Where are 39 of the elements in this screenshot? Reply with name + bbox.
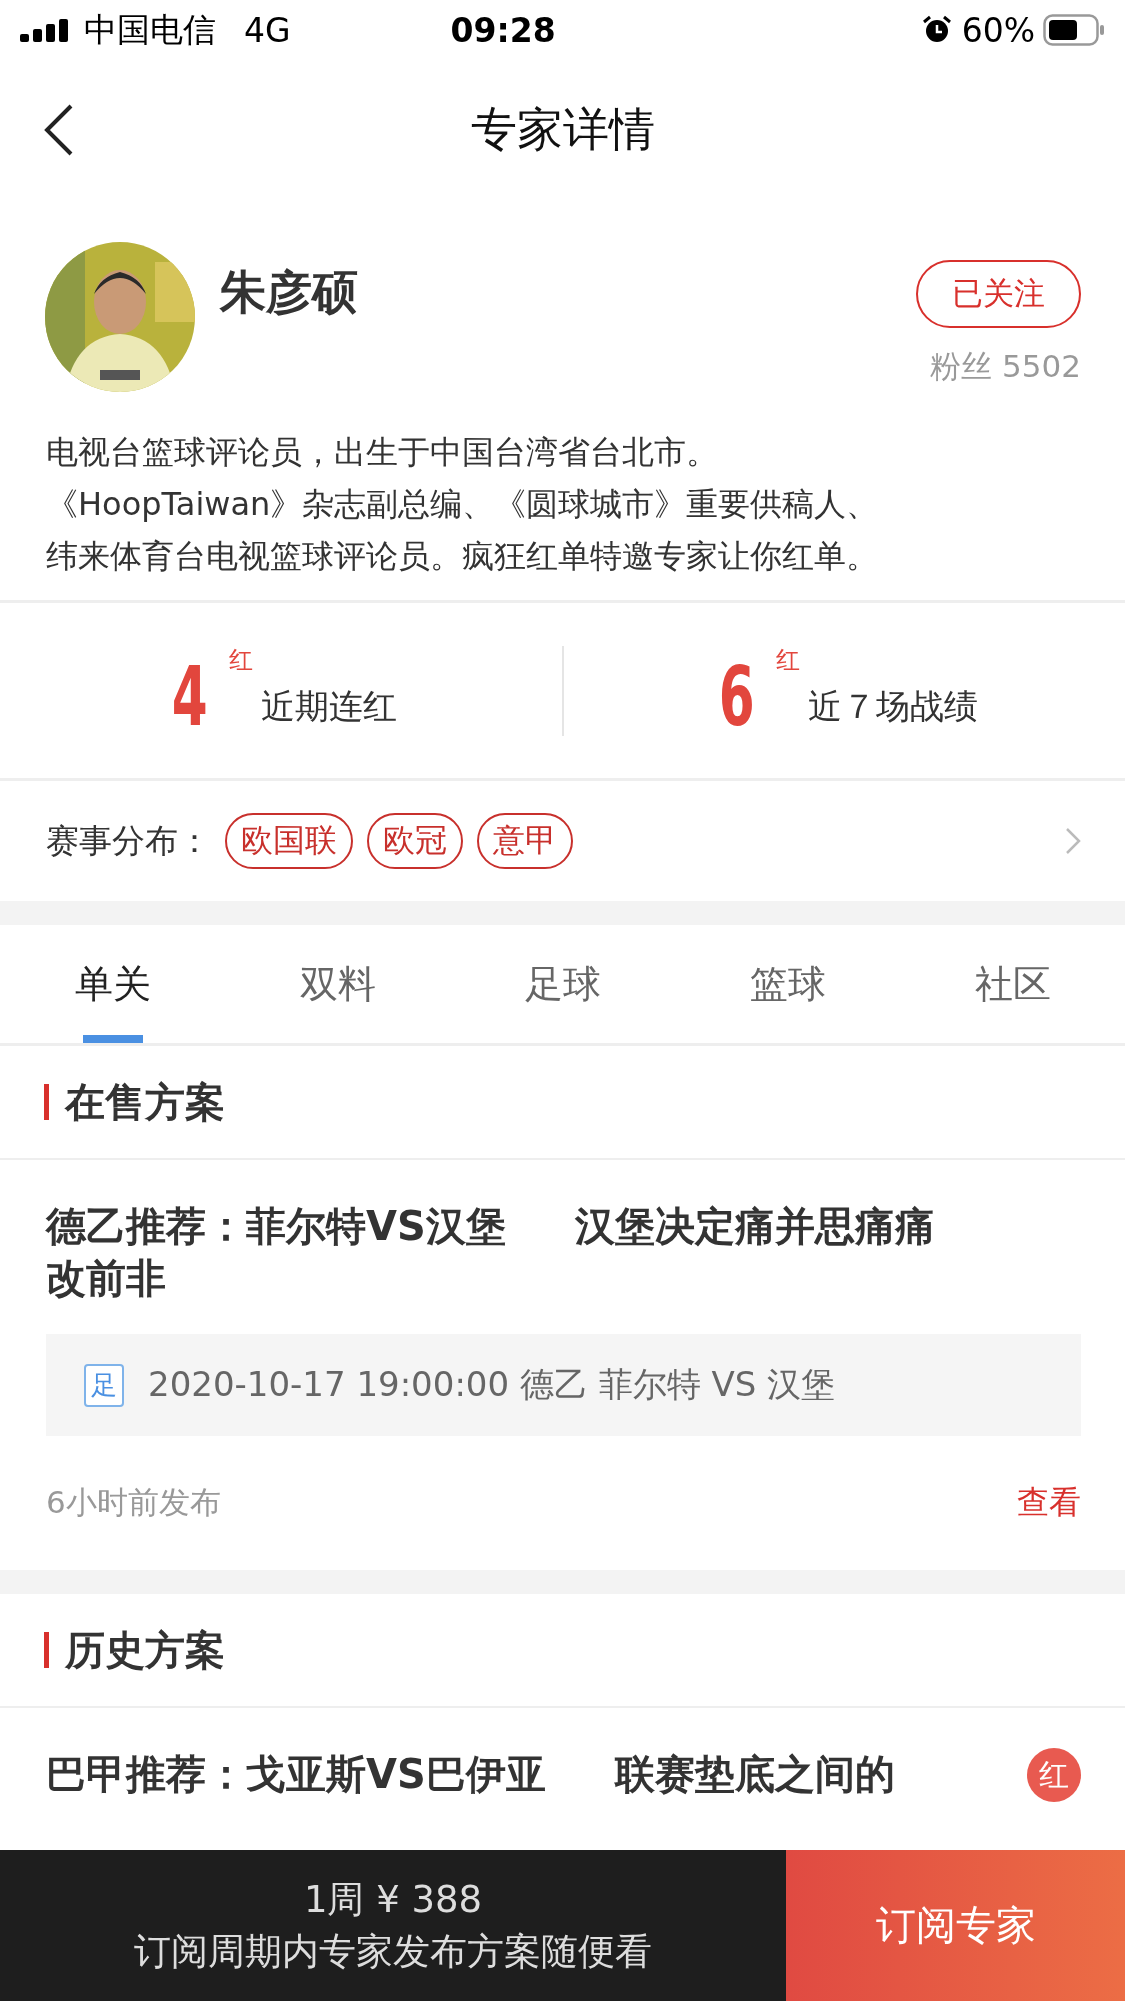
section-title: 在售方案 (65, 1077, 225, 1127)
subscription-description: 订阅周期内专家发布方案随便看 (134, 1928, 652, 1975)
battery-icon (1043, 14, 1105, 46)
category-tab[interactable]: 社区 (900, 925, 1125, 1043)
stat-label: 近期连红 (261, 684, 398, 728)
category-tab[interactable]: 篮球 (675, 925, 900, 1043)
clock-time: 09:28 (450, 10, 556, 50)
result-badge: 红 (1027, 1748, 1081, 1802)
page-title: 专家详情 (470, 101, 655, 158)
subscribe-button[interactable]: 订阅专家 (786, 1850, 1125, 2001)
follow-button[interactable]: 已关注 (916, 260, 1081, 328)
stat-label: 近７场战绩 (807, 684, 978, 728)
leagues-label: 赛事分布： (46, 819, 211, 862)
match-info: 2020-10-17 19:00:00 德乙 菲尔特 VS 汉堡 (148, 1363, 836, 1406)
category-tab[interactable]: 足球 (450, 925, 675, 1043)
carrier-name: 中国电信 (84, 8, 216, 51)
stat-value: 6 (718, 655, 755, 738)
expert-name: 朱彦硕 (220, 264, 358, 321)
alarm-icon (921, 15, 952, 45)
section-title: 历史方案 (65, 1625, 225, 1675)
subscription-price: 1周 ¥ 388 (303, 1876, 483, 1923)
expert-bio: 电视台篮球评论员，出生于中国台湾省台北市。 《HoopTaiwan》杂志副总编、《圆球城市》重要供稿人、 纬来体育台电视篮球评论员。疯狂红单特邀专家让你红单。 (46, 432, 880, 577)
sport-tag: 足 (84, 1363, 124, 1407)
fans-count: 粉丝 5502 (930, 347, 1081, 386)
stat-unit: 红 (229, 644, 254, 676)
publish-time: 6小时前发布 (46, 1483, 221, 1522)
category-tab[interactable]: 双料 (225, 925, 450, 1043)
plan-title[interactable]: 巴甲推荐：戈亚斯VS巴伊亚 联赛垫底之间的 (46, 1748, 896, 1800)
stat-unit: 红 (775, 644, 800, 676)
league-tag: 意甲 (477, 813, 573, 869)
view-link[interactable]: 查看 (1017, 1481, 1081, 1525)
back-icon[interactable] (44, 104, 74, 156)
plan-title[interactable]: 德乙推荐：菲尔特VS汉堡 汉堡决定痛并思痛痛改前非 (46, 1200, 946, 1304)
network-type: 4G (244, 10, 291, 50)
league-tag: 欧冠 (367, 813, 463, 869)
league-tag: 欧国联 (225, 813, 353, 869)
stat-value: 4 (171, 655, 208, 738)
battery-percent: 60% (961, 10, 1035, 50)
category-tab[interactable]: 单关 (0, 925, 225, 1043)
